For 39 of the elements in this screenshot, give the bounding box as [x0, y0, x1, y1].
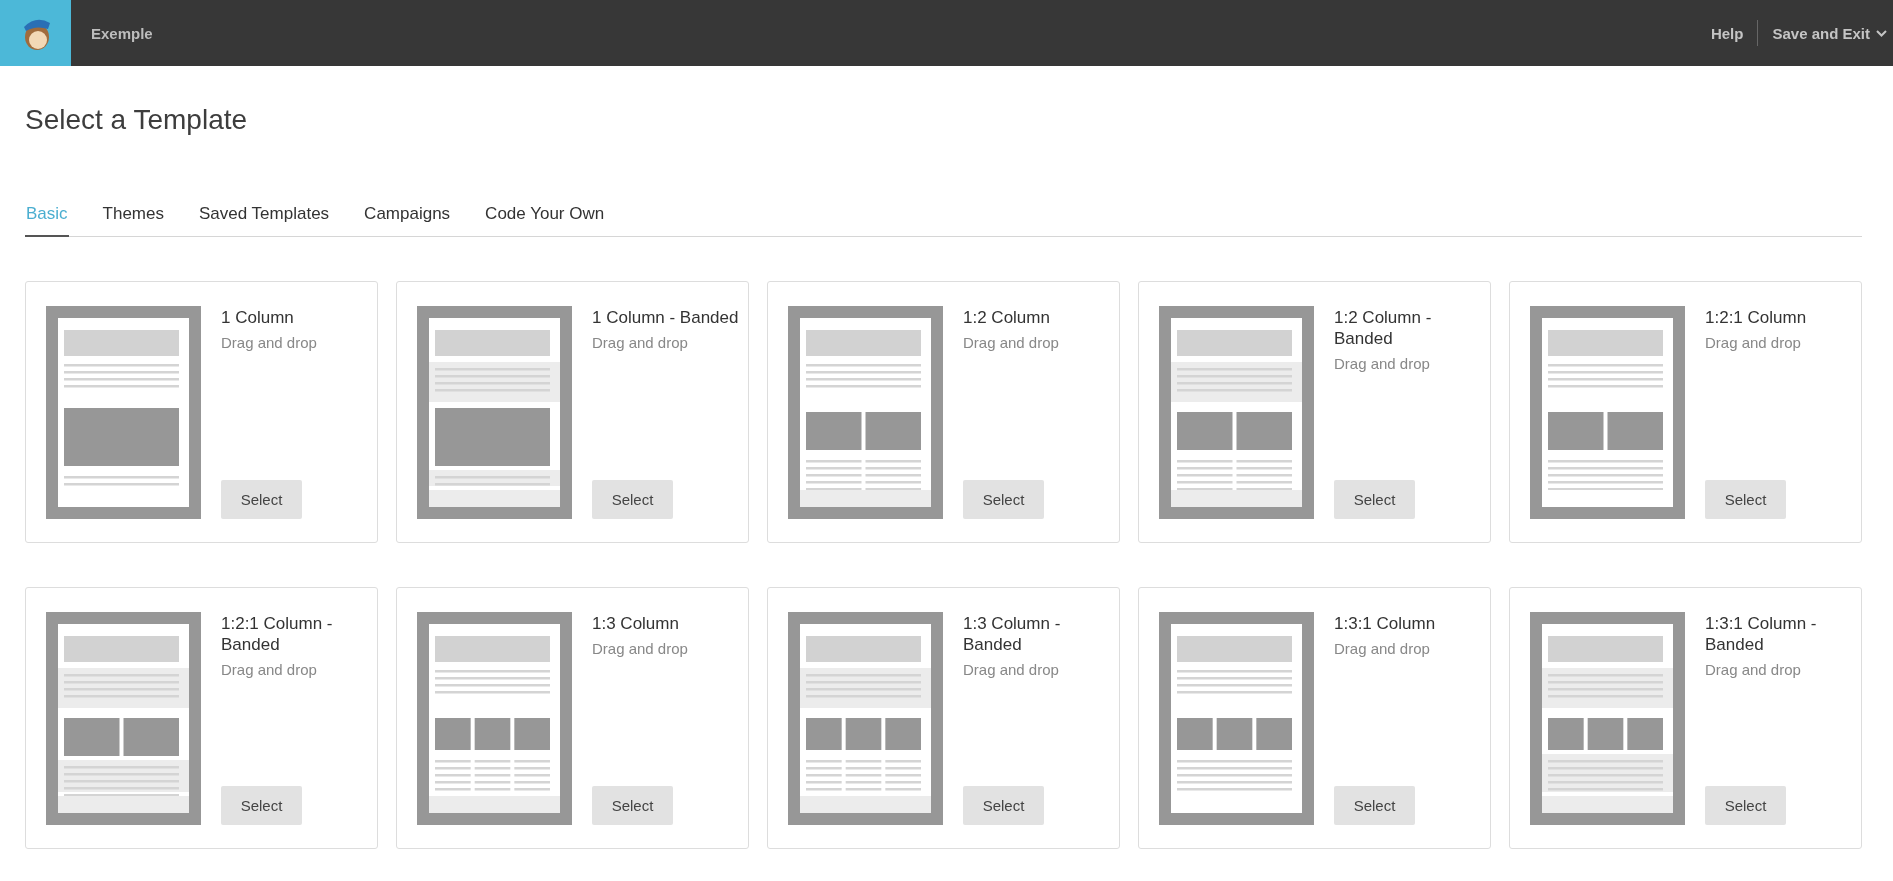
template-name: 1:2 Column - Banded [1334, 307, 1433, 349]
select-button[interactable]: Select [592, 480, 673, 519]
tab[interactable]: Themes [101, 204, 165, 237]
select-button[interactable]: Select [1705, 480, 1786, 519]
template-subtitle: Drag and drop [592, 640, 689, 657]
save-and-exit-menu[interactable]: Save and Exit [1772, 24, 1887, 42]
template-subtitle: Drag and drop [963, 334, 1060, 351]
select-button[interactable]: Select [1705, 786, 1786, 825]
template-name: 1:3:1 Column [1334, 613, 1437, 634]
template-name: 1:2:1 Column [1705, 307, 1808, 328]
template-name: 1:3 Column [592, 613, 680, 634]
template-subtitle: Drag and drop [963, 661, 1060, 678]
select-button[interactable]: Select [1334, 480, 1415, 519]
template-subtitle: Drag and drop [221, 661, 318, 678]
select-button[interactable]: Select [963, 786, 1044, 825]
select-button[interactable]: Select [592, 786, 673, 825]
chevron-down-icon [1876, 29, 1887, 37]
template-subtitle: Drag and drop [592, 334, 689, 351]
campaign-name: Exemple [91, 24, 154, 42]
help-link[interactable]: Help [1710, 24, 1744, 42]
select-button[interactable]: Select [1334, 786, 1415, 825]
template-name: 1:3:1 Column - Banded [1705, 613, 1818, 655]
template-subtitle: Drag and drop [1705, 334, 1802, 351]
template-name: 1:2:1 Column - Banded [221, 613, 334, 655]
tab[interactable]: Code Your Own [484, 204, 606, 237]
template-subtitle: Drag and drop [221, 334, 318, 351]
page-title: Select a Template [25, 104, 248, 136]
template-subtitle: Drag and drop [1334, 640, 1431, 657]
tab[interactable]: Campaigns [363, 204, 452, 237]
select-button[interactable]: Select [221, 786, 302, 825]
template-subtitle: Drag and drop [1705, 661, 1802, 678]
template-name: 1 Column [221, 307, 295, 328]
template-name: 1:2 Column [963, 307, 1051, 328]
select-button[interactable]: Select [963, 480, 1044, 519]
template-name: 1:3 Column - Banded [963, 613, 1062, 655]
template-name: 1 Column - Banded [592, 307, 740, 328]
template-subtitle: Drag and drop [1334, 355, 1431, 372]
select-button[interactable]: Select [221, 480, 302, 519]
tab[interactable]: Saved Templates [198, 204, 331, 237]
